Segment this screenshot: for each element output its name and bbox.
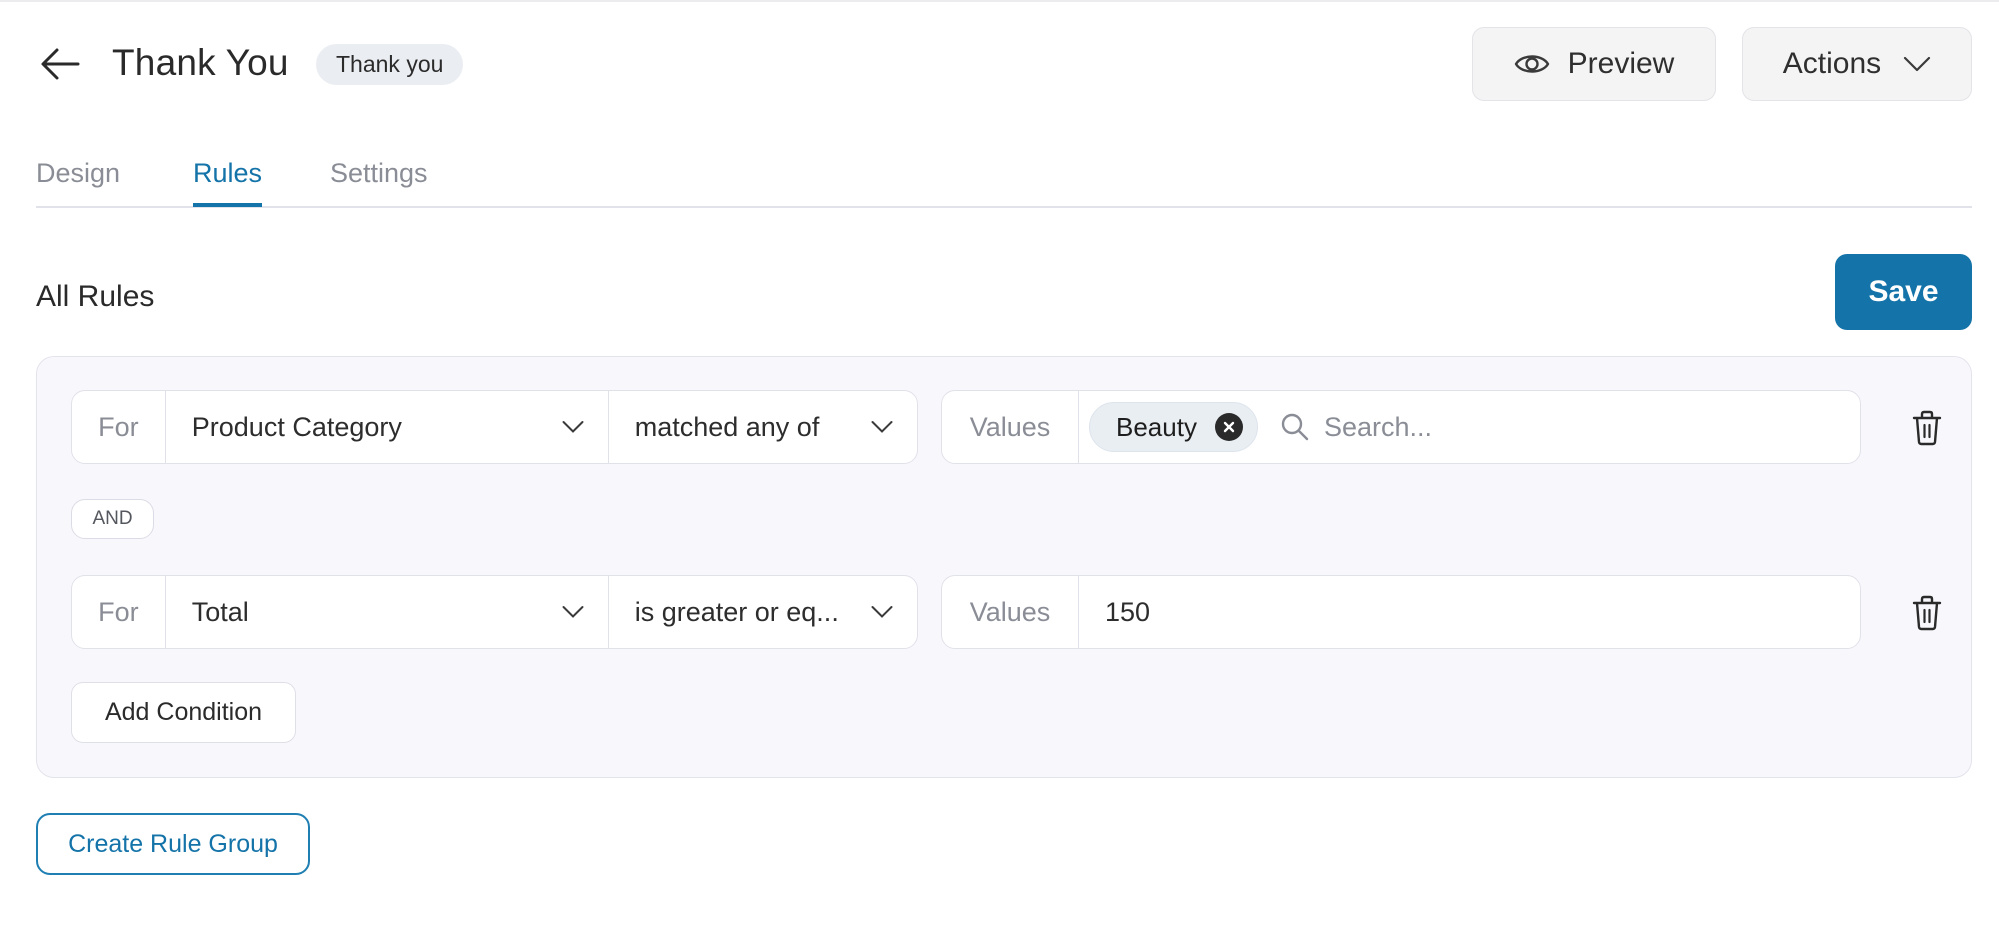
operator-select-value: matched any of (634, 411, 820, 442)
delete-condition-button[interactable] (1908, 593, 1946, 633)
operator-select[interactable]: matched any of (607, 391, 917, 463)
values-label: Values (969, 411, 1051, 442)
page-type-badge: Thank you (316, 44, 464, 85)
trash-icon (1912, 410, 1942, 446)
back-button[interactable] (38, 44, 82, 84)
chevron-down-icon (871, 606, 893, 619)
preview-label: Preview (1567, 47, 1675, 80)
chevron-down-icon (871, 421, 893, 434)
arrow-left-icon (41, 48, 80, 80)
create-rule-group-button[interactable]: Create Rule Group (36, 813, 310, 875)
add-condition-button[interactable]: Add Condition (71, 682, 296, 743)
field-select[interactable]: Total (164, 576, 608, 648)
value-chip-label: Beauty (1116, 411, 1197, 442)
and-connector: AND (71, 499, 154, 539)
chevron-down-icon (1904, 56, 1931, 72)
eye-icon (1514, 55, 1549, 73)
chevron-down-icon (562, 606, 584, 619)
actions-dropdown[interactable]: Actions (1742, 27, 1972, 101)
preview-button[interactable]: Preview (1472, 27, 1716, 101)
search-wrap (1280, 411, 1860, 443)
values-label: Values (969, 596, 1051, 627)
page-title: Thank You (112, 42, 289, 83)
values-input-area[interactable]: Beauty (1078, 391, 1860, 463)
values-search-input[interactable] (1323, 411, 1824, 443)
condition-field-group: For Total is greater or eq... (71, 575, 918, 649)
tab-settings[interactable]: Settings (330, 158, 428, 189)
operator-select[interactable]: is greater or eq... (607, 576, 917, 648)
value-input-text: 150 (1105, 596, 1151, 627)
top-border (0, 0, 1999, 2)
actions-label: Actions (1782, 47, 1882, 80)
tab-rules[interactable]: Rules (193, 158, 263, 207)
search-icon (1281, 413, 1309, 441)
tab-bar: Design Rules Settings (36, 150, 1972, 208)
for-label: For (98, 596, 139, 627)
section-title: All Rules (36, 280, 155, 313)
trash-icon (1912, 595, 1942, 631)
operator-select-value: is greater or eq... (634, 596, 839, 627)
values-group: Values 150 (941, 575, 1861, 649)
value-chip: Beauty (1089, 402, 1258, 452)
field-select-value: Total (191, 596, 249, 627)
value-input[interactable]: 150 (1078, 576, 1860, 648)
values-group: Values Beauty (941, 390, 1861, 464)
chevron-down-icon (562, 421, 584, 434)
close-circle-icon[interactable] (1214, 413, 1243, 441)
save-button[interactable]: Save (1835, 254, 1972, 330)
field-select[interactable]: Product Category (164, 391, 608, 463)
for-label: For (98, 411, 139, 442)
field-select-value: Product Category (191, 411, 402, 442)
tab-design[interactable]: Design (36, 158, 120, 189)
delete-condition-button[interactable] (1908, 408, 1946, 448)
condition-field-group: For Product Category matched any of (71, 390, 918, 464)
